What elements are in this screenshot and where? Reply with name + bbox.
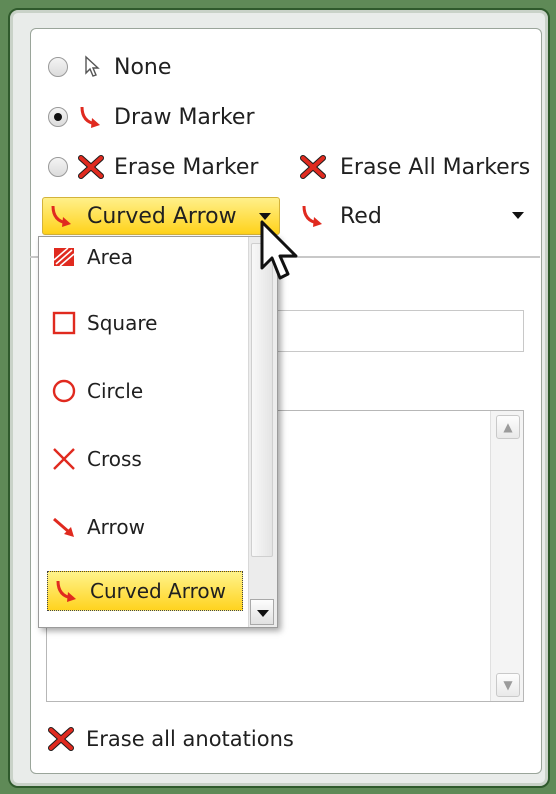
chevron-down-icon[interactable] xyxy=(512,212,524,219)
dropdown-item-label: Square xyxy=(87,311,158,335)
dropdown-item-arrow[interactable]: Arrow xyxy=(51,507,145,547)
red-x-icon xyxy=(78,155,104,179)
radio-erase-marker[interactable] xyxy=(48,157,68,177)
square-icon xyxy=(52,311,76,335)
dropdown-item-cross[interactable]: Cross xyxy=(51,439,142,479)
shape-dropdown-list: Area Square Circle Cross Arrow Curved Ar… xyxy=(38,236,278,628)
dropdown-item-label: Area xyxy=(87,245,134,269)
erase-all-annotations-button[interactable]: Erase all anotations xyxy=(44,722,294,756)
scroll-down-icon[interactable] xyxy=(250,599,274,625)
radio-none[interactable] xyxy=(48,57,68,77)
dropdown-item-area[interactable]: Area xyxy=(51,237,133,277)
option-none[interactable]: None xyxy=(48,50,171,84)
option-draw-marker[interactable]: Draw Marker xyxy=(48,100,255,134)
radio-draw-marker[interactable] xyxy=(48,107,68,127)
mouse-cursor-icon xyxy=(260,220,298,280)
dropdown-item-label: Arrow xyxy=(87,515,145,539)
red-x-icon xyxy=(48,727,74,751)
scroll-down-icon[interactable]: ▼ xyxy=(496,673,520,697)
dropdown-item-square[interactable]: Square xyxy=(51,303,157,343)
textarea-scrollbar[interactable]: ▲ ▼ xyxy=(490,411,523,701)
arrow-icon xyxy=(53,517,74,537)
option-erase-marker[interactable]: Erase Marker xyxy=(48,150,258,184)
dropdown-scrollbar[interactable] xyxy=(248,237,277,627)
shape-select[interactable]: Curved Arrow xyxy=(42,197,280,235)
option-draw-marker-label: Draw Marker xyxy=(114,104,255,130)
curved-arrow-icon xyxy=(56,580,76,602)
dropdown-scroll-thumb[interactable] xyxy=(251,243,273,557)
area-icon xyxy=(53,247,75,267)
scroll-up-icon[interactable]: ▲ xyxy=(496,415,520,439)
erase-all-markers-label: Erase All Markers xyxy=(340,154,531,180)
option-none-label: None xyxy=(114,54,172,80)
circle-icon xyxy=(52,379,76,403)
dropdown-item-curved-arrow[interactable]: Curved Arrow xyxy=(47,571,243,611)
chevron-down-icon[interactable] xyxy=(259,213,271,220)
option-erase-marker-label: Erase Marker xyxy=(114,154,259,180)
red-x-icon xyxy=(300,155,326,179)
curved-arrow-icon xyxy=(80,106,100,128)
cursor-arrow-icon xyxy=(85,55,100,77)
erase-all-annotations-label: Erase all anotations xyxy=(86,727,294,751)
dropdown-item-label: Cross xyxy=(87,447,142,471)
cross-icon xyxy=(53,448,75,470)
color-select-value: Red xyxy=(340,203,382,229)
dropdown-item-circle[interactable]: Circle xyxy=(51,371,143,411)
color-select[interactable]: Red xyxy=(300,197,528,235)
shape-select-value: Curved Arrow xyxy=(87,203,237,229)
dropdown-item-label: Circle xyxy=(87,379,144,403)
dropdown-item-label: Curved Arrow xyxy=(90,579,226,603)
curved-arrow-icon xyxy=(51,205,71,227)
marker-name-field[interactable] xyxy=(260,310,524,352)
erase-all-markers-button[interactable]: Erase All Markers xyxy=(296,150,530,184)
